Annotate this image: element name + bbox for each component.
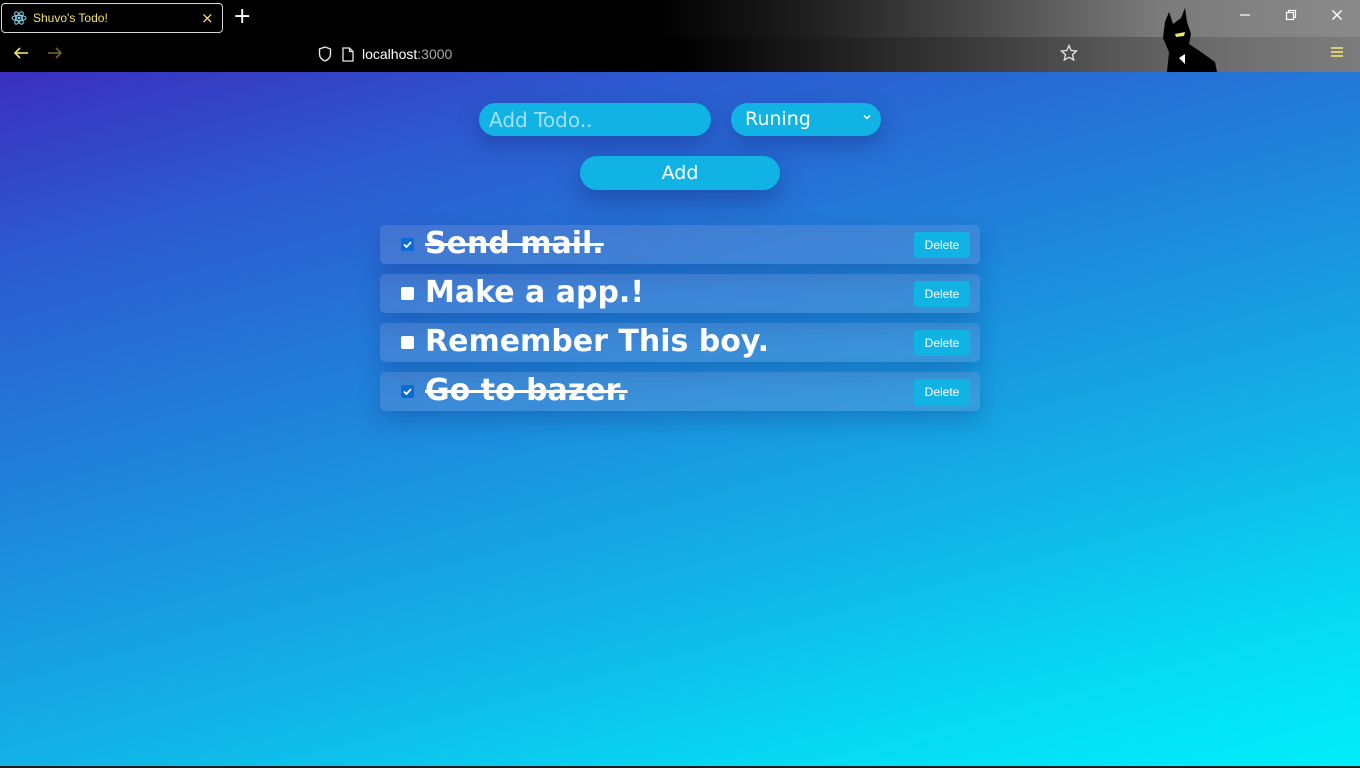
react-icon — [11, 11, 27, 25]
delete-button[interactable]: Delete — [914, 379, 970, 405]
back-icon[interactable] — [12, 44, 30, 67]
add-button[interactable]: Add — [580, 156, 780, 190]
minimize-icon[interactable] — [1235, 8, 1255, 26]
tab-close-icon[interactable]: × — [201, 9, 214, 27]
delete-button[interactable]: Delete — [914, 281, 970, 307]
page-icon — [342, 47, 354, 62]
star-icon[interactable] — [1059, 43, 1079, 67]
todo-checkbox[interactable] — [401, 287, 414, 300]
todo-item: Make a app.! Delete — [380, 274, 980, 313]
shield-icon[interactable] — [318, 46, 332, 62]
new-tab-icon[interactable]: + — [233, 5, 251, 29]
todo-text: Make a app.! — [425, 275, 644, 310]
browser-tab[interactable]: Shuvo's Todo! × — [1, 3, 223, 33]
close-icon[interactable] — [1327, 8, 1347, 26]
status-selected-value: Runing — [745, 108, 811, 130]
todo-item: Remember This boy. Delete — [380, 323, 980, 362]
theme-character-image — [1163, 8, 1217, 72]
menu-icon[interactable] — [1330, 45, 1344, 63]
delete-button[interactable]: Delete — [914, 232, 970, 258]
todo-text: Go to bazer. — [425, 373, 628, 408]
forward-icon[interactable] — [46, 44, 64, 67]
tab-title: Shuvo's Todo! — [33, 11, 108, 25]
todo-app: Runing Add Send mail. Delete Make a app.… — [0, 72, 1360, 766]
add-todo-input[interactable] — [479, 103, 711, 136]
todo-list: Send mail. Delete Make a app.! Delete Re… — [380, 225, 980, 421]
status-select[interactable]: Runing — [731, 103, 881, 136]
restore-icon[interactable] — [1281, 8, 1301, 26]
todo-checkbox[interactable] — [401, 385, 414, 398]
todo-text: Remember This boy. — [425, 324, 770, 359]
todo-item: Go to bazer. Delete — [380, 372, 980, 411]
url-text[interactable]: localhost:3000 — [362, 46, 452, 62]
todo-text: Send mail. — [425, 226, 604, 261]
todo-item: Send mail. Delete — [380, 225, 980, 264]
delete-button[interactable]: Delete — [914, 330, 970, 356]
todo-checkbox[interactable] — [401, 238, 414, 251]
chevron-down-icon — [863, 114, 871, 120]
todo-checkbox[interactable] — [401, 336, 414, 349]
url-bar[interactable]: localhost:3000 — [310, 41, 1082, 68]
